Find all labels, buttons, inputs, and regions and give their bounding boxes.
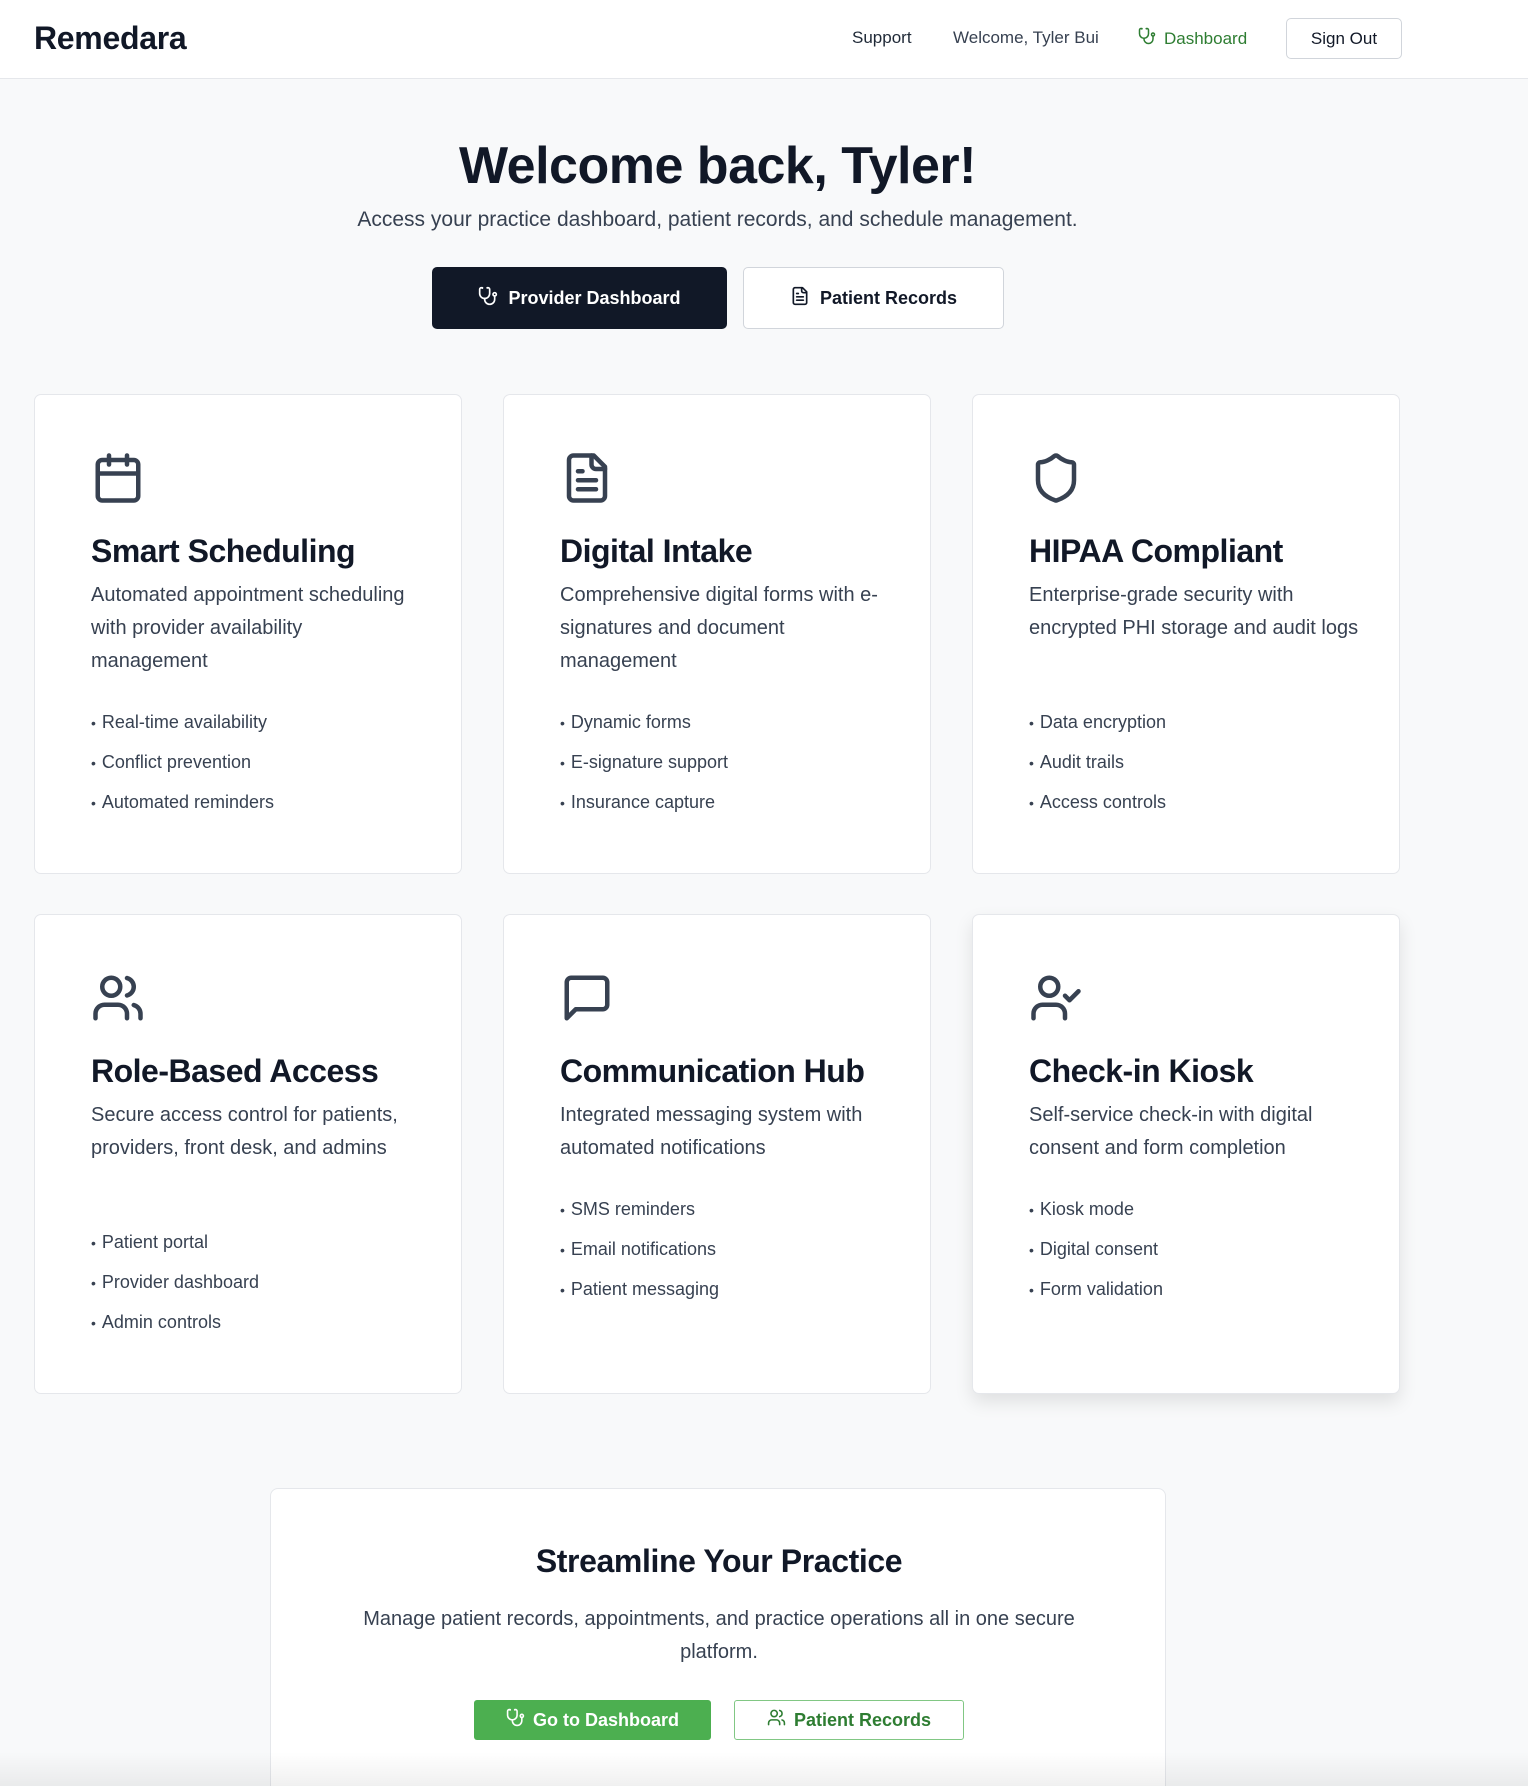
cta-patient-records-label: Patient Records (793, 1709, 932, 1730)
cta-title: Streamline Your Practice (535, 1543, 903, 1579)
patient-records-button[interactable]: Patient Records (743, 267, 1004, 329)
cta-description: Manage patient records, appointments, an… (363, 1608, 1075, 1663)
sign-out-button[interactable]: Sign Out (1286, 18, 1402, 59)
feature-description: Self-service check-in with digital conse… (1029, 1104, 1313, 1159)
feature-bullet-list: • Patient portal • Provider dashboard • Adm… (91, 1222, 431, 1342)
hero-title: Welcome back, Tyler! (459, 137, 976, 195)
top-navbar: Remedara Support Welcome, Tyler Bui Dash… (0, 0, 1528, 79)
provider-dashboard-label: Provider Dashboard (508, 287, 681, 308)
go-to-dashboard-button[interactable]: Go to Dashboard (474, 1700, 711, 1740)
feature-card-check-in-kiosk: Check-in Kiosk Self-service check-in wit… (972, 914, 1400, 1394)
feature-bullet: • Insurance capture (560, 792, 715, 812)
feature-bullet-list: • SMS reminders • Email notifications • Pat… (560, 1189, 900, 1309)
feature-bullet-list: • Kiosk mode • Digital consent • Form valid… (1029, 1189, 1369, 1309)
feature-bullet: • Audit trails (1029, 752, 1124, 772)
stethoscope-icon (478, 286, 498, 311)
feature-title: Check-in Kiosk (1029, 1053, 1254, 1089)
shield-icon (1029, 451, 1083, 505)
feature-bullet: • Dynamic forms (560, 712, 691, 732)
feature-bullet: • Real-time availability (91, 712, 267, 732)
feature-bullet-list: • Dynamic forms • E-signature support • Ins… (560, 702, 900, 822)
user-check-icon (1029, 971, 1083, 1025)
go-to-dashboard-label: Go to Dashboard (532, 1709, 679, 1730)
feature-bullet: • Email notifications (560, 1239, 716, 1259)
feature-bullet-list: • Data encryption • Audit trails • Access c… (1029, 702, 1369, 822)
feature-description: Enterprise-grade security with encrypted… (1029, 584, 1359, 639)
document-icon (560, 451, 614, 505)
feature-bullet: • Patient portal (91, 1232, 208, 1252)
feature-bullet: • Patient messaging (560, 1279, 719, 1299)
brand-logo[interactable]: Remedara (34, 20, 187, 57)
welcome-user-text: Welcome, Tyler Bui (953, 28, 1099, 47)
nav-dashboard-link[interactable]: Dashboard (1138, 27, 1247, 50)
feature-description: Comprehensive digital forms with e-signa… (560, 584, 878, 672)
calendar-icon (91, 451, 145, 505)
feature-bullet: • E-signature support (560, 752, 728, 772)
cta-panel: Streamline Your Practice Manage patient … (270, 1488, 1166, 1786)
patient-records-label: Patient Records (819, 287, 958, 308)
nav-support-link[interactable]: Support (852, 28, 912, 48)
feature-bullet: • Conflict prevention (91, 752, 251, 772)
provider-dashboard-button[interactable]: Provider Dashboard (432, 267, 727, 329)
feature-bullet: • Provider dashboard (91, 1272, 260, 1292)
users-icon (91, 971, 145, 1025)
nav-dashboard-label: Dashboard (1164, 28, 1248, 48)
feature-bullet: • Digital consent (1029, 1239, 1158, 1259)
feature-bullet: • Kiosk mode (1029, 1199, 1134, 1219)
users-icon (767, 1708, 786, 1732)
feature-title: Communication Hub (560, 1053, 865, 1089)
feature-title: Smart Scheduling (91, 533, 356, 569)
feature-title: Role-Based Access (91, 1053, 379, 1089)
hero-subtitle: Access your practice dashboard, patient … (357, 208, 1078, 231)
feature-description: Automated appointment scheduling with pr… (91, 584, 405, 672)
stethoscope-icon (506, 1708, 525, 1732)
feature-bullet: • SMS reminders (560, 1199, 695, 1219)
feature-title: Digital Intake (560, 533, 753, 569)
feature-card-role-based-access: Role-Based Access Secure access control … (34, 914, 462, 1394)
feature-card-digital-intake: Digital Intake Comprehensive digital for… (503, 394, 931, 874)
feature-bullet-list: • Real-time availability • Conflict preven… (91, 702, 431, 822)
feature-bullet: • Form validation (1029, 1279, 1163, 1299)
feature-bullet: • Admin controls (91, 1312, 221, 1332)
feature-bullet: • Access controls (1029, 792, 1166, 812)
feature-description: Integrated messaging system with automat… (560, 1104, 863, 1159)
feature-card-smart-scheduling: Smart Scheduling Automated appointment s… (34, 394, 462, 874)
stethoscope-icon (1138, 27, 1156, 50)
feature-card-communication-hub: Communication Hub Integrated messaging s… (503, 914, 931, 1394)
feature-bullet: • Data encryption (1029, 712, 1166, 732)
file-text-icon (790, 286, 810, 311)
feature-description: Secure access control for patients, prov… (91, 1104, 398, 1159)
feature-title: HIPAA Compliant (1029, 533, 1283, 569)
message-icon (560, 971, 614, 1025)
cta-patient-records-button[interactable]: Patient Records (734, 1700, 964, 1740)
feature-card-hipaa-compliant: HIPAA Compliant Enterprise-grade securit… (972, 394, 1400, 874)
feature-bullet: • Automated reminders (91, 792, 274, 812)
